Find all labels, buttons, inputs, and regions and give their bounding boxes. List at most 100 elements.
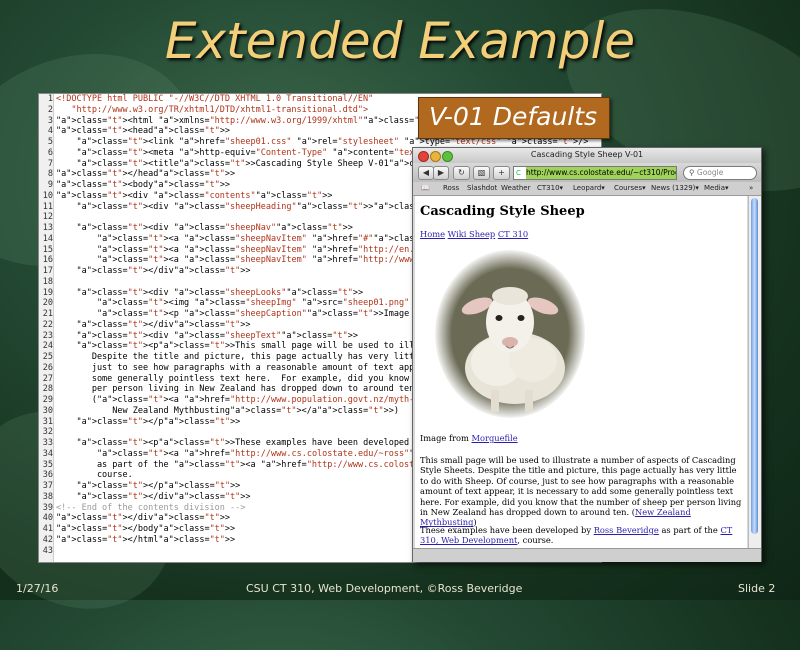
footer-date: 1/27/16: [16, 582, 59, 595]
line-number: 42: [42, 534, 53, 545]
paragraph-2: These examples have been developed by Ro…: [420, 525, 745, 546]
code-text: "a">class="t"><head"a">class="t">>: [56, 126, 231, 137]
address-bar[interactable]: C http://www.cs.colostate.edu/~ct310/Pro…: [513, 166, 677, 180]
nav-link-wiki-sheep[interactable]: Wiki Sheep: [448, 229, 496, 239]
line-number: 31: [42, 416, 53, 427]
code-text: "a">class="t"></html"a">class="t">>: [56, 534, 236, 545]
line-number: 23: [42, 330, 53, 341]
bookmarks-overflow[interactable]: »: [749, 182, 753, 195]
bookmark-item[interactable]: Media▾: [704, 182, 729, 195]
line-number: 2: [47, 104, 53, 115]
footer-credit: CSU CT 310, Web Development, ©Ross Bever…: [246, 582, 523, 595]
forward-button[interactable]: ▶: [433, 166, 449, 180]
back-icon: ◀: [422, 168, 430, 177]
morguefile-link[interactable]: Morguefile: [472, 433, 518, 443]
scrollbar-thumb[interactable]: [751, 198, 758, 534]
search-placeholder: Google: [696, 168, 724, 177]
line-number: 8: [47, 169, 53, 180]
code-text: "a">class="t"></body"a">class="t">>: [56, 524, 236, 534]
line-number: 34: [42, 448, 53, 459]
line-number: 38: [42, 491, 53, 502]
paragraph-2-end: , course.: [517, 535, 554, 546]
reload-icon: ↻: [458, 168, 465, 177]
tabs-button[interactable]: ▧: [473, 166, 490, 180]
line-number: 40: [42, 513, 53, 524]
code-text: "a">class="t"></div"a">class="t">>: [76, 266, 251, 276]
forward-icon: ▶: [437, 168, 445, 177]
window-title: Cascading Style Sheep V-01: [530, 150, 644, 159]
code-text: "a">class="t"></p"a">class="t">>: [76, 481, 241, 491]
code-text: <!DOCTYPE html PUBLIC "-//W3C//DTD XHTML…: [56, 94, 374, 104]
line-number: 39: [42, 502, 53, 513]
nav-link-home[interactable]: Home: [420, 229, 445, 239]
code-text: course.: [56, 470, 133, 481]
plus-icon: +: [498, 168, 505, 177]
line-number: 9: [47, 180, 53, 190]
code-text: <!-- End of the contents division -->: [56, 502, 246, 513]
line-number: 29: [42, 395, 53, 405]
line-number: 4: [47, 126, 53, 137]
bookmark-item[interactable]: News (1329)▾: [651, 182, 699, 195]
bookmark-item[interactable]: Courses▾: [614, 182, 646, 195]
paragraph-2-mid: as part of the: [658, 525, 721, 535]
bookmarks-book-icon[interactable]: 📖: [421, 182, 430, 195]
reload-button[interactable]: ↻: [453, 166, 470, 180]
paragraph-1: This small page will be used to illustra…: [420, 455, 745, 528]
add-bookmark-button[interactable]: +: [493, 166, 510, 180]
footer-slide-number: Slide 2: [738, 582, 776, 595]
line-number: 20: [42, 298, 53, 309]
nav-link-ct310[interactable]: CT 310: [498, 229, 528, 239]
ross-beveridge-link[interactable]: Ross Beveridge: [594, 525, 659, 535]
code-text: "a">class="t"></head"a">class="t">>: [56, 169, 236, 180]
line-number: 36: [42, 470, 53, 481]
site-icon: C: [516, 169, 521, 177]
back-button[interactable]: ◀: [418, 166, 434, 180]
code-text: "a">class="t"><div "a">class="sheepLooks…: [76, 287, 364, 298]
browser-window: Cascading Style Sheep V-01 ◀ ▶ ↻ ▧ + C h…: [412, 147, 762, 562]
line-number: 17: [42, 266, 53, 276]
line-number: 6: [47, 147, 53, 158]
code-text: "a">class="t"><div "a">class="contents""…: [56, 190, 333, 201]
code-text: "a">class="t"></div"a">class="t">>: [76, 319, 251, 330]
lamb-illustration: [461, 287, 565, 412]
line-number: 30: [42, 405, 53, 416]
line-number: 10: [42, 190, 53, 201]
slide-title: Extended Example: [164, 12, 636, 70]
line-number: 5: [47, 137, 53, 147]
line-number: 16: [42, 255, 53, 266]
code-text: "http://www.w3.org/TR/xhtml1/DTD/xhtml1-…: [56, 104, 369, 115]
bookmark-item[interactable]: Leopard▾: [573, 182, 605, 195]
line-number: 7: [47, 158, 53, 169]
line-number: 3: [47, 115, 53, 126]
line-number: 1: [47, 94, 53, 104]
line-number: 26: [42, 362, 53, 373]
paragraph-1-text: This small page will be used to illustra…: [420, 455, 742, 518]
line-number: 13: [42, 223, 53, 233]
image-caption: Image from Morguefile: [420, 433, 745, 443]
address-bar-text: http://www.cs.colostate.edu/~ct310/Progr…: [526, 167, 676, 179]
caption-prefix: Image from: [420, 433, 472, 443]
web-page: Cascading Style Sheep Home Wiki Sheep CT…: [415, 196, 747, 548]
bookmark-item[interactable]: CT310▾: [537, 182, 563, 195]
line-number: 19: [42, 287, 53, 298]
search-field[interactable]: ⚲ Google: [683, 166, 757, 180]
sheep-image: [435, 250, 585, 418]
bookmark-item[interactable]: Weather: [501, 182, 530, 195]
bookmark-item[interactable]: Slashdot: [467, 182, 497, 195]
code-text: "a">class="t"><html "a">xmlns="http://ww…: [56, 115, 440, 126]
line-number: 33: [42, 438, 53, 448]
code-text: New Zealand Mythbusting"a">class="t"></a…: [56, 405, 399, 416]
version-label-text: V-01 Defaults: [429, 102, 598, 131]
search-icon: ⚲: [689, 168, 695, 177]
line-number: 14: [42, 233, 53, 244]
page-nav: Home Wiki Sheep CT 310: [420, 229, 528, 239]
code-text: "a">class="t"></p"a">class="t">>: [76, 416, 241, 427]
line-number: 24: [42, 341, 53, 352]
version-label: V-01 Defaults: [418, 97, 610, 139]
vertical-scrollbar[interactable]: [748, 196, 761, 548]
line-number: 32: [42, 427, 53, 438]
bookmark-item[interactable]: Ross: [443, 182, 459, 195]
window-titlebar: Cascading Style Sheep V-01: [413, 148, 761, 164]
line-number: 41: [42, 524, 53, 534]
code-text: "a">class="t"></div"a">class="t">>: [76, 491, 251, 502]
